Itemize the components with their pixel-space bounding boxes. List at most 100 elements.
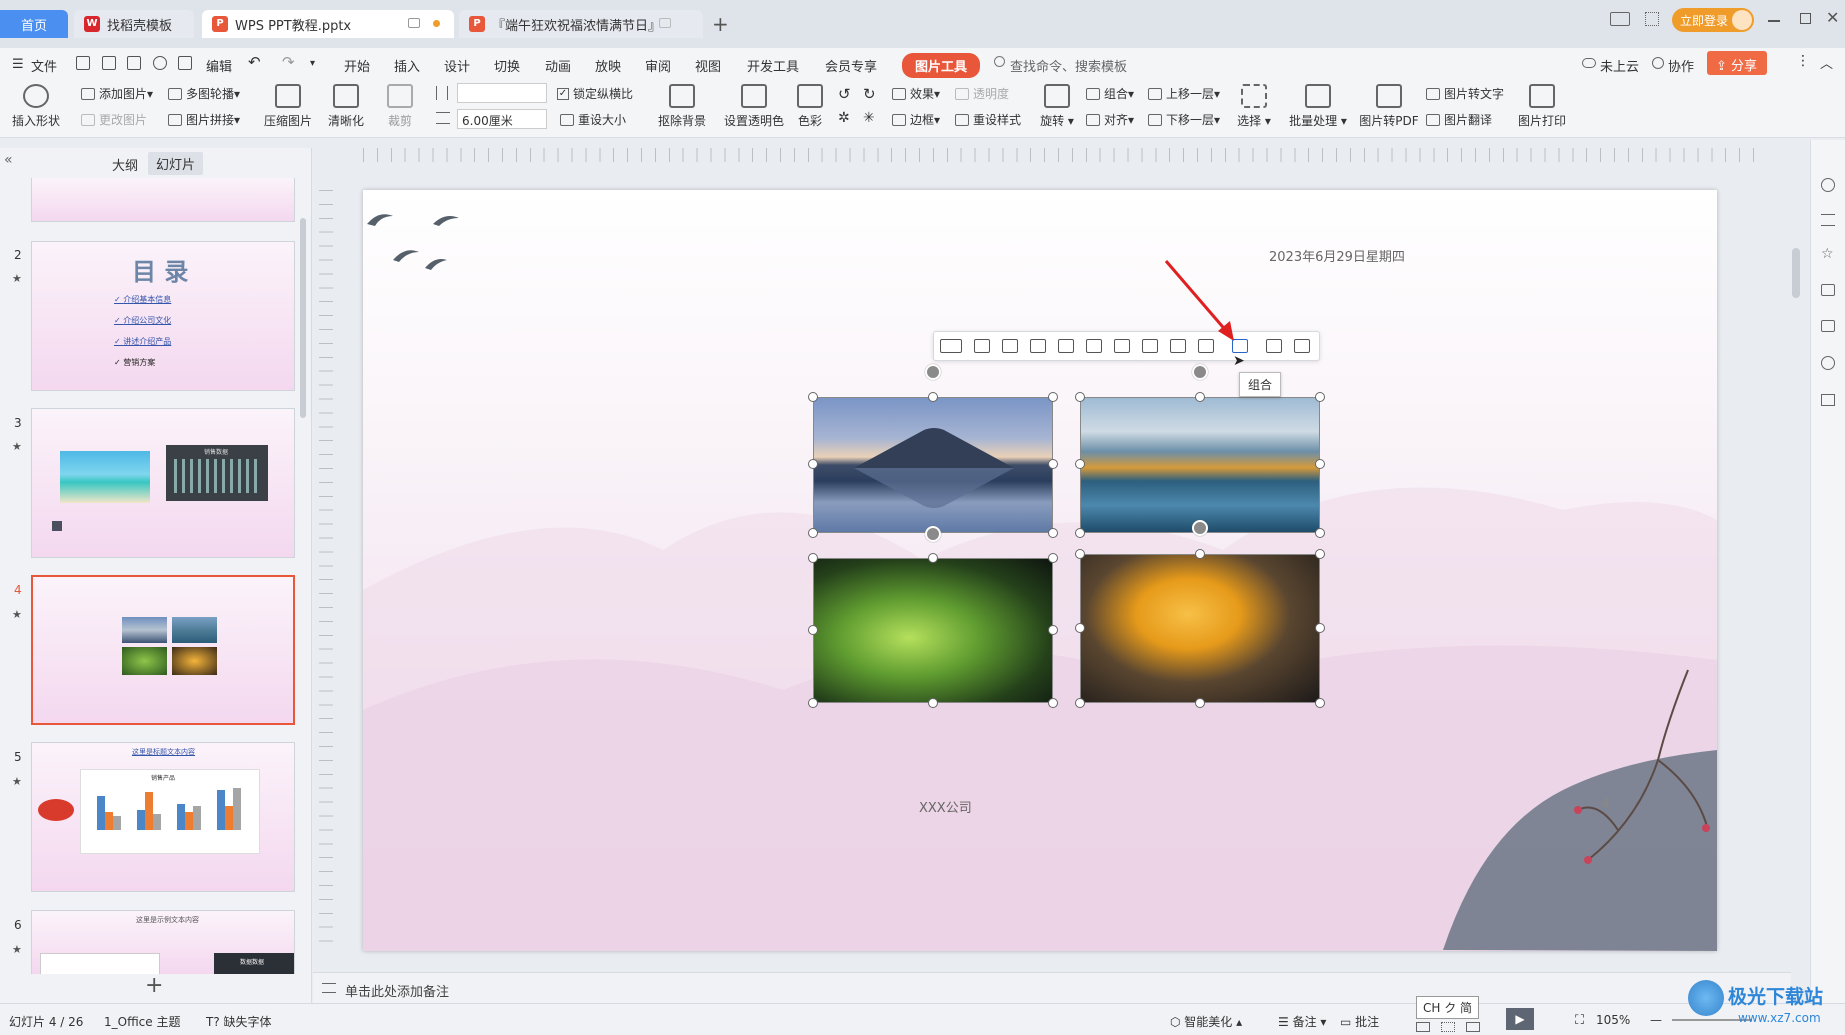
resize-handle[interactable] [1075, 549, 1085, 559]
rotate-handle-icon[interactable] [925, 526, 941, 542]
resize-handle[interactable] [808, 698, 818, 708]
minimize-button[interactable] [1768, 20, 1780, 22]
collapse-panel-icon[interactable]: « [4, 152, 13, 168]
menu-member[interactable]: 会员专享 [825, 56, 877, 75]
rotate-left-icon[interactable]: ↺ [838, 85, 851, 103]
normal-view-icon[interactable] [1416, 1022, 1430, 1032]
bring-forward-icon[interactable] [1266, 339, 1282, 353]
align-left-icon[interactable] [974, 339, 990, 353]
resize-handle[interactable] [808, 528, 818, 538]
notes-pane[interactable]: 单击此处添加备注 [313, 972, 1791, 1003]
resize-handle[interactable] [1315, 528, 1325, 538]
image-collage-button[interactable]: 图片拼接 ▾ [168, 111, 240, 128]
location-icon[interactable] [1821, 356, 1835, 370]
set-transparent-button[interactable]: 设置透明色 [722, 84, 786, 129]
slide-date[interactable]: 2023年6月29日星期四 [1269, 246, 1405, 265]
batch-process-button[interactable]: 批量处理 ▾ [1288, 84, 1348, 129]
align-bottom-icon[interactable] [1114, 339, 1130, 353]
rotate-right-icon[interactable]: ↻ [863, 85, 876, 103]
insert-shape-button[interactable]: 插入形状 [8, 84, 64, 129]
remove-background-button[interactable]: 抠除背景 [652, 84, 712, 129]
comments-toggle[interactable]: ▭ 批注 [1340, 1013, 1379, 1030]
apps-grid-icon[interactable] [1645, 12, 1659, 26]
add-image-button[interactable]: 添加图片 ▾ [81, 85, 153, 102]
align-right-icon[interactable] [1030, 339, 1046, 353]
cloud-status[interactable]: 未上云 [1600, 56, 1639, 75]
photo-lake-mountains[interactable] [1080, 397, 1320, 533]
menu-slideshow[interactable]: 放映 [595, 56, 621, 75]
share-button[interactable]: ⇪ 分享 [1707, 51, 1767, 75]
menu-review[interactable]: 审阅 [645, 56, 671, 75]
menu-start[interactable]: 开始 [344, 56, 370, 75]
format-painter-icon[interactable] [178, 56, 192, 70]
resize-handle[interactable] [808, 392, 818, 402]
resize-handle[interactable] [1048, 528, 1058, 538]
slide-thumbnail-1[interactable] [31, 178, 295, 222]
menu-picture-tools[interactable]: 图片工具 [902, 53, 981, 78]
menu-file[interactable]: 文件 [31, 56, 57, 75]
menu-view[interactable]: 视图 [695, 56, 721, 75]
tab-outline[interactable]: 大纲 [112, 155, 138, 174]
effect-button[interactable]: 效果 ▾ [892, 85, 940, 102]
chevron-down-icon[interactable]: ▾ [310, 58, 315, 69]
sorter-view-icon[interactable] [1441, 1022, 1455, 1032]
maximize-button[interactable] [1800, 13, 1811, 24]
rotate-handle-icon[interactable] [1192, 520, 1208, 536]
resize-handle[interactable] [1075, 528, 1085, 538]
bring-forward-button[interactable]: 上移一层 ▾ [1148, 85, 1220, 102]
transparency-button[interactable]: 透明度 [955, 85, 1009, 102]
resize-handle[interactable] [1048, 698, 1058, 708]
contrast-icon[interactable]: ✳ [863, 110, 875, 126]
resize-handle[interactable] [1048, 392, 1058, 402]
layout-grid-icon[interactable] [1294, 339, 1310, 353]
distribute-icon[interactable] [1142, 339, 1158, 353]
resize-handle[interactable] [1075, 698, 1085, 708]
image-to-text-button[interactable]: 图片转文字 [1426, 85, 1504, 102]
resize-handle[interactable] [1195, 392, 1205, 402]
notes-placeholder[interactable]: 单击此处添加备注 [345, 981, 449, 1000]
format-icon[interactable] [1821, 320, 1835, 332]
reading-view-icon[interactable] [1466, 1022, 1480, 1032]
smart-beautify-button[interactable]: ⬡ 智能美化 ▴ [1170, 1013, 1242, 1030]
change-image-button[interactable]: 更改图片 [81, 111, 147, 128]
resize-handle[interactable] [1315, 623, 1325, 633]
resize-handle[interactable] [1075, 459, 1085, 469]
reset-style-button[interactable]: 重设样式 [955, 111, 1021, 128]
rotate-button[interactable]: 旋转 ▾ [1035, 84, 1079, 129]
resize-handle[interactable] [928, 392, 938, 402]
tab-document-2[interactable]: P 『端午狂欢祝福浓情满节日』 [459, 10, 703, 38]
resize-handle[interactable] [1075, 392, 1085, 402]
menu-design[interactable]: 设计 [444, 56, 470, 75]
resize-handle[interactable] [1315, 549, 1325, 559]
border-button[interactable]: 边框 ▾ [892, 111, 940, 128]
scrollbar[interactable] [300, 218, 306, 418]
new-tab-button[interactable]: + [712, 12, 729, 36]
image-translate-button[interactable]: 图片翻译 [1426, 111, 1492, 128]
fit-window-icon[interactable]: ⛶ [1575, 1013, 1584, 1028]
arrange-dropdown-icon[interactable] [940, 339, 962, 353]
resize-handle[interactable] [928, 698, 938, 708]
add-slide-button[interactable]: + [145, 973, 163, 998]
ime-indicator[interactable]: CH ク 简 [1416, 996, 1480, 1019]
slide-footer-company[interactable]: XXX公司 [919, 797, 972, 816]
compress-image-button[interactable]: 压缩图片 [260, 84, 316, 129]
notes-toggle[interactable]: ☰ 备注 ▾ [1278, 1013, 1326, 1030]
command-search[interactable]: 查找命令、搜索模板 [1010, 56, 1127, 75]
image-print-button[interactable]: 图片打印 [1512, 84, 1572, 129]
missing-font-button[interactable]: T? 缺失字体 [206, 1013, 272, 1030]
redo-icon[interactable]: ↷ [282, 53, 295, 71]
monitor-icon[interactable] [408, 18, 420, 28]
star-icon[interactable]: ☆ [1821, 246, 1834, 262]
multi-image-carousel-button[interactable]: 多图轮播 ▾ [168, 85, 240, 102]
menu-animation[interactable]: 动画 [545, 56, 571, 75]
align-middle-icon[interactable] [1086, 339, 1102, 353]
layout-icon[interactable] [1610, 12, 1630, 26]
collab-button[interactable]: 协作 [1668, 56, 1694, 75]
zoom-out-button[interactable]: — [1650, 1013, 1662, 1027]
tab-document[interactable]: P WPS PPT教程.pptx [202, 10, 454, 38]
resize-handle[interactable] [1195, 698, 1205, 708]
select-button[interactable]: 选择 ▾ [1232, 84, 1276, 129]
tab-home[interactable]: 首页 [0, 10, 68, 38]
slide-thumbnail-4-active[interactable] [31, 575, 295, 725]
height-input[interactable] [457, 83, 547, 103]
